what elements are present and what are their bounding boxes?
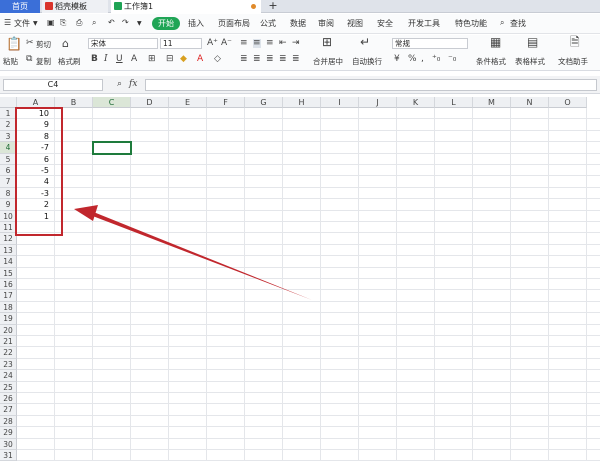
zoom-search-icon[interactable]: ⌕ xyxy=(117,80,122,89)
align-center-icon[interactable]: ≣ xyxy=(253,55,261,64)
menu-tab-insert[interactable]: 插入 xyxy=(188,18,204,29)
menu-tab-formulas[interactable]: 公式 xyxy=(260,18,276,29)
print-icon[interactable]: ⎙ xyxy=(76,18,82,28)
copy-button[interactable]: 复制 xyxy=(36,56,51,67)
chevron-down-icon[interactable]: ▼ xyxy=(33,20,38,27)
menu-tab-review[interactable]: 审阅 xyxy=(318,18,334,29)
menu-tab-home[interactable]: 开始 xyxy=(152,17,180,30)
borders-icon[interactable]: ⊞ xyxy=(148,55,156,64)
search-icon[interactable]: ⌕ xyxy=(500,18,504,28)
distributed-icon[interactable]: ≣ xyxy=(292,55,300,64)
tab-workbook[interactable]: 工作簿1 xyxy=(111,0,261,13)
tab-home-label: 首页 xyxy=(12,2,28,11)
menu-tab-view[interactable]: 视图 xyxy=(347,18,363,29)
text-color-icon[interactable]: A xyxy=(197,55,203,64)
quick-access-chevron-icon[interactable]: ▼ xyxy=(137,20,142,27)
save-icon[interactable]: ▣ xyxy=(47,18,55,27)
doc-assistant-icon[interactable]: 🗎 xyxy=(570,36,580,48)
conditional-format-icon[interactable]: ▦ xyxy=(490,36,501,48)
font-name-select[interactable]: 宋体 xyxy=(88,38,158,49)
italic-icon[interactable]: I xyxy=(104,55,108,64)
print-preview-icon[interactable]: ⌕ xyxy=(92,18,96,28)
menu-bar: ☰ 文件 ▼ ▣ ⎘ ⎙ ⌕ ↶ ↷ ▼ 开始 插入 页面布局 公式 数据 审阅… xyxy=(0,14,600,34)
arrow-head xyxy=(74,205,98,221)
menu-tab-developer[interactable]: 开发工具 xyxy=(408,18,440,29)
increase-font-icon[interactable]: A⁺ xyxy=(207,39,218,48)
merge-center-button[interactable]: 合并居中 xyxy=(313,56,343,67)
fill-color-icon[interactable]: ◆ xyxy=(180,55,187,64)
merge-center-icon[interactable]: ⊞ xyxy=(322,36,332,48)
currency-icon[interactable]: ¥ xyxy=(394,55,400,64)
bold-icon[interactable]: B xyxy=(91,55,98,64)
redo-icon[interactable]: ↷ xyxy=(122,18,129,27)
search-menu[interactable]: 查找 xyxy=(510,18,526,29)
format-painter-button[interactable]: 格式刷 xyxy=(58,56,81,67)
table-style-icon[interactable]: ▤ xyxy=(527,36,538,48)
tab-home[interactable]: 首页 xyxy=(0,0,40,13)
align-top-icon[interactable]: ≡ xyxy=(240,39,248,48)
justify-icon[interactable]: ≣ xyxy=(279,55,287,64)
name-box[interactable]: C4 xyxy=(3,79,103,91)
merge-grid-icon[interactable]: ⊟ xyxy=(166,55,174,64)
number-format-select[interactable]: 常规 xyxy=(392,38,468,49)
cut-button[interactable]: 剪切 xyxy=(36,39,51,50)
new-tab-button[interactable]: + xyxy=(266,0,280,13)
copy-icon[interactable]: ⧉ xyxy=(26,55,32,64)
spreadsheet-icon xyxy=(114,2,122,10)
ribbon-toolbar: 📋 粘贴 ✂ 剪切 ⧉ 复制 ⌂ 格式刷 宋体 11 A⁺ A⁻ B I U A… xyxy=(0,35,600,71)
docer-logo-icon xyxy=(45,2,53,10)
thousands-icon[interactable]: , xyxy=(421,55,424,64)
spreadsheet-grid[interactable]: ABCDEFGHIJKLMNO 1 2 3 4 5 6 7 8 9 10 11 12 13 14 15 16 1… xyxy=(0,97,600,461)
menu-tab-security[interactable]: 安全 xyxy=(377,18,393,29)
menu-tab-page-layout[interactable]: 页面布局 xyxy=(218,18,250,29)
percent-icon[interactable]: % xyxy=(408,55,417,64)
menu-tab-special-features[interactable]: 特色功能 xyxy=(455,18,487,29)
wrap-text-button[interactable]: 自动换行 xyxy=(352,56,382,67)
hamburger-icon[interactable]: ☰ xyxy=(4,18,11,27)
export-pdf-icon[interactable]: ⎘ xyxy=(60,18,66,28)
formula-bar: C4 ⌕ fx xyxy=(0,76,600,94)
undo-icon[interactable]: ↶ xyxy=(108,18,115,27)
unsaved-dot-icon xyxy=(251,4,256,9)
decrease-decimal-icon[interactable]: ⁻₀ xyxy=(448,55,456,64)
indent-decrease-icon[interactable]: ⇤ xyxy=(279,39,287,48)
table-style-button[interactable]: 表格样式 xyxy=(515,56,545,67)
wrap-text-icon[interactable]: ↵ xyxy=(360,36,370,48)
font-size-select[interactable]: 11 xyxy=(160,38,202,49)
paste-button[interactable]: 粘贴 xyxy=(3,56,18,67)
doc-assistant-button[interactable]: 文档助手 xyxy=(558,56,588,67)
align-left-icon[interactable]: ≣ xyxy=(240,55,248,64)
tab-docer-template[interactable]: 稻壳模板 xyxy=(42,0,108,13)
tab-bar: 首页 稻壳模板 工作簿1 + xyxy=(0,0,600,13)
conditional-format-button[interactable]: 条件格式 xyxy=(476,56,506,67)
align-middle-icon[interactable]: ≡ xyxy=(253,39,261,48)
paste-icon[interactable]: 📋 xyxy=(6,38,22,51)
menu-tab-data[interactable]: 数据 xyxy=(290,18,306,29)
align-right-icon[interactable]: ≣ xyxy=(266,55,274,64)
file-menu[interactable]: 文件 xyxy=(14,18,30,29)
fx-icon[interactable]: fx xyxy=(129,80,137,89)
align-bottom-icon[interactable]: ≡ xyxy=(266,39,274,48)
format-painter-icon[interactable]: ⌂ xyxy=(62,38,69,49)
formula-input[interactable] xyxy=(145,79,597,91)
indent-increase-icon[interactable]: ⇥ xyxy=(292,39,300,48)
tab-workbook-label: 工作簿1 xyxy=(124,2,154,11)
arrow-shaft xyxy=(90,211,312,300)
cut-icon[interactable]: ✂ xyxy=(26,39,34,48)
clear-format-icon[interactable]: ◇ xyxy=(214,55,221,64)
tab-template-label: 稻壳模板 xyxy=(55,2,87,11)
red-annotation-arrow xyxy=(74,205,312,300)
underline-icon[interactable]: U xyxy=(116,55,123,64)
increase-decimal-icon[interactable]: ⁺₀ xyxy=(432,55,440,64)
decrease-font-icon[interactable]: A⁻ xyxy=(221,39,232,48)
font-color-a-icon[interactable]: A xyxy=(131,55,137,64)
